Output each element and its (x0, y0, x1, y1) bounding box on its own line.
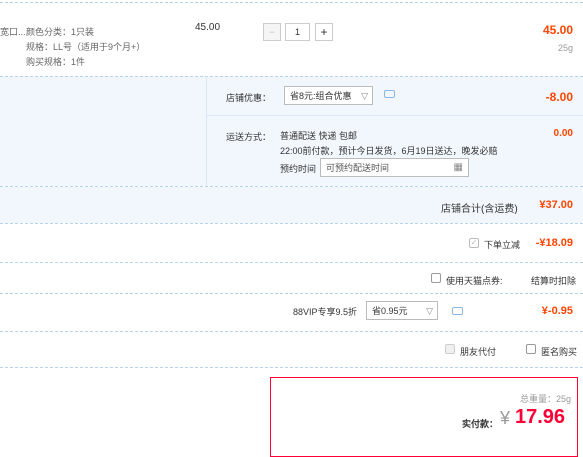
friend-pay-checkbox[interactable] (445, 344, 455, 354)
band-vertical-divider (206, 76, 207, 186)
store-discount-label: 店铺优惠： (226, 93, 272, 103)
options-divider (0, 331, 583, 332)
vip-label: 88VIP专享9.5折 (293, 307, 358, 317)
band-inner-divider (206, 115, 583, 116)
message-icon[interactable] (384, 90, 395, 98)
message-icon[interactable] (452, 307, 463, 315)
quantity-decrease-button[interactable]: − (263, 23, 281, 41)
shipping-amount: 0.00 (553, 128, 573, 139)
band-top-divider (0, 76, 583, 77)
item-attr-color: 颜色分类：1只装 (26, 27, 95, 37)
anonymous-checkbox[interactable] (526, 344, 536, 354)
order-discount-checkbox[interactable]: ✓ (469, 238, 479, 248)
item-weight: 25g (557, 43, 573, 53)
delivery-time-label: 预约时间 (280, 164, 317, 174)
shipping-estimate: 22:00前付款，预计今日发货，6月19日送达，晚发必赔 (280, 146, 498, 156)
pay-amount: 17.96 (515, 406, 566, 428)
chevron-down-icon: ▽ (426, 306, 433, 316)
item-attr-spec: 购买规格：1件 (26, 57, 86, 67)
quantity-increase-button[interactable]: + (315, 23, 333, 41)
tmall-points-label: 使用天猫点券: (446, 276, 503, 286)
chevron-down-icon: ▽ (361, 91, 368, 101)
store-discount-select[interactable]: 省8元:组合优惠 ▽ (284, 86, 373, 105)
store-total-label: 店铺合计(含运费) (441, 204, 518, 215)
vip-amount: ¥-0.95 (541, 305, 573, 317)
shipping-method: 普通配送 快递 包邮 (280, 131, 358, 141)
calendar-icon: ▦ (453, 162, 463, 173)
currency-symbol: ¥ (500, 408, 511, 428)
vip-select-value: 省0.95元 (372, 306, 408, 316)
payment-summary-box: 总重量：25g 实付款： ¥ 17.96 (270, 377, 578, 457)
item-name-fragment: 宽口... (0, 27, 26, 37)
store-total-amount: ¥37.00 (539, 199, 573, 211)
vip-discount-select[interactable]: 省0.95元 ▽ (366, 301, 438, 320)
tmall-points-checkbox[interactable] (431, 273, 441, 283)
vip-divider (0, 293, 583, 294)
item-subtotal: 45.00 (542, 23, 573, 37)
anonymous-label: 匿名购买 (541, 347, 578, 357)
pay-label: 实付款： (462, 419, 499, 429)
store-discount-amount: -8.00 (545, 90, 573, 104)
tmall-points-note: 结算时扣除 (531, 276, 577, 286)
delivery-time-select[interactable]: 可预约配送时间 ▦ (320, 158, 469, 177)
order-discount-amount: -¥18.09 (535, 237, 573, 249)
order-discount-label: 下单立减 (484, 240, 521, 250)
total-weight: 总重量：25g (519, 394, 571, 404)
summary-divider (0, 367, 583, 368)
top-divider (0, 2, 583, 3)
quantity-input[interactable]: 1 (285, 23, 310, 41)
shipping-label: 运送方式： (226, 132, 272, 142)
item-attr-size: 规格：LL号（适用于9个月+） (26, 42, 146, 52)
tmall-points-divider (0, 262, 583, 263)
unit-price: 45.00 (195, 22, 221, 33)
store-discount-select-value: 省8元:组合优惠 (290, 91, 352, 101)
order-discount-divider (0, 223, 583, 224)
friend-pay-label: 朋友代付 (460, 347, 497, 357)
delivery-time-placeholder: 可预约配送时间 (326, 163, 390, 173)
